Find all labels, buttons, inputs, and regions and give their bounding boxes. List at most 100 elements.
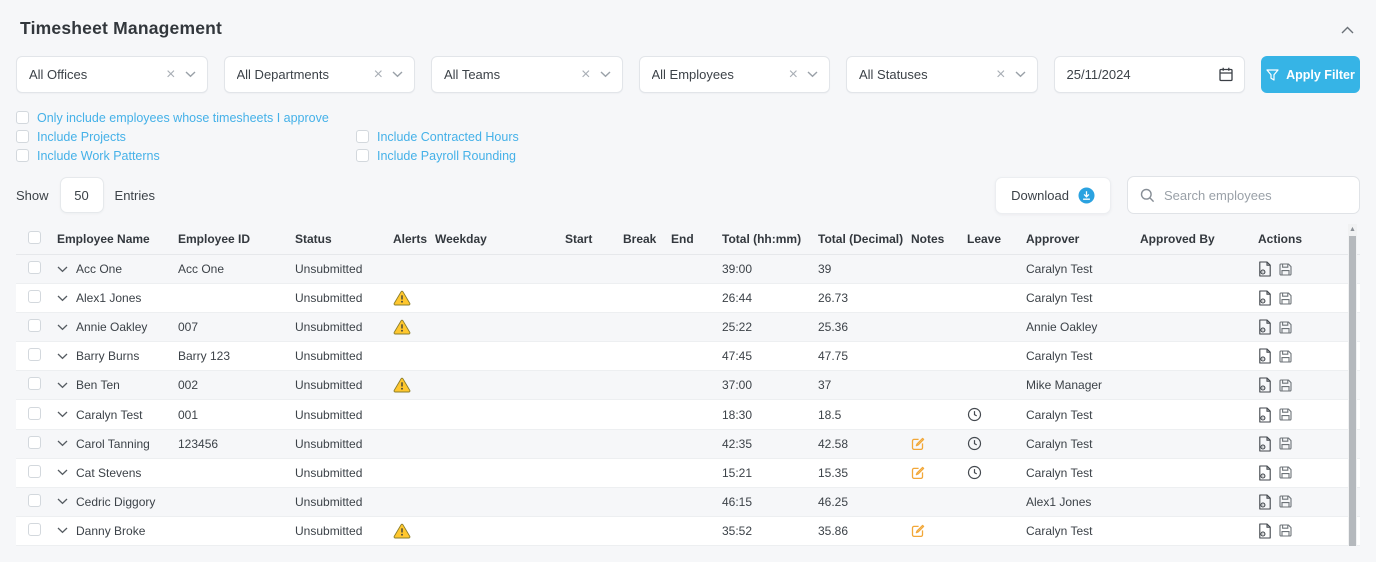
search-employees-input[interactable] — [1164, 187, 1347, 203]
calendar-icon[interactable] — [1219, 67, 1233, 82]
row-checkbox[interactable] — [28, 319, 41, 333]
expand-row-icon[interactable] — [57, 295, 68, 302]
view-timesheet-report-icon[interactable] — [1258, 523, 1272, 539]
include-contracted-hours-checkbox[interactable] — [356, 130, 369, 143]
note-icon[interactable] — [911, 466, 925, 480]
option-include-contracted-hours[interactable]: Include Contracted Hours — [356, 130, 519, 144]
view-timesheet-report-icon[interactable] — [1258, 465, 1272, 481]
include-work-patterns-checkbox[interactable] — [16, 149, 29, 162]
status: Unsubmitted — [295, 523, 363, 538]
option-approve-only[interactable]: Only include employees whose timesheets … — [16, 111, 329, 125]
status-filter-select[interactable]: All Statuses × — [846, 56, 1038, 93]
row-checkbox[interactable] — [28, 464, 41, 478]
column-header[interactable]: Approver — [1026, 232, 1140, 246]
leave-clock-icon[interactable] — [967, 407, 982, 422]
leave-clock-icon[interactable] — [967, 437, 982, 451]
column-header[interactable]: Weekday — [435, 232, 565, 246]
row-checkbox[interactable] — [28, 493, 41, 507]
column-header[interactable]: Employee ID — [178, 232, 295, 246]
column-header[interactable]: Employee Name — [57, 232, 178, 246]
column-header[interactable]: Status — [295, 232, 393, 246]
include-projects-checkbox[interactable] — [16, 130, 29, 143]
expand-row-icon[interactable] — [57, 440, 68, 447]
save-timesheet-icon[interactable] — [1279, 379, 1292, 392]
column-header[interactable]: Total (hh:mm) — [722, 232, 818, 246]
column-header[interactable]: Actions — [1258, 232, 1342, 246]
row-checkbox[interactable] — [28, 377, 41, 391]
column-header[interactable]: Total (Decimal) — [818, 232, 911, 246]
leave-clock-icon[interactable] — [967, 466, 982, 480]
save-timesheet-icon[interactable] — [1279, 524, 1292, 537]
view-timesheet-report-icon[interactable] — [1258, 406, 1272, 423]
option-include-payroll-rounding[interactable]: Include Payroll Rounding — [356, 149, 516, 163]
clear-icon[interactable]: × — [789, 66, 798, 83]
chevron-down-icon — [600, 71, 610, 78]
page-title: Timesheet Management — [20, 18, 223, 38]
clear-icon[interactable]: × — [581, 66, 590, 83]
department-filter-select[interactable]: All Departments × — [223, 56, 415, 93]
approver: Caralyn Test — [1026, 349, 1093, 364]
expand-row-icon[interactable] — [57, 266, 68, 273]
row-checkbox[interactable] — [28, 348, 41, 362]
entries-count-input[interactable] — [59, 177, 104, 213]
expand-row-icon[interactable] — [57, 498, 68, 505]
scroll-up-arrow-icon[interactable]: ▲ — [1349, 226, 1356, 233]
view-timesheet-report-icon[interactable] — [1258, 436, 1272, 452]
approve-only-checkbox[interactable] — [16, 111, 29, 124]
save-timesheet-icon[interactable] — [1279, 321, 1292, 334]
office-filter-select[interactable]: All Offices × — [16, 56, 208, 93]
row-checkbox[interactable] — [28, 406, 41, 420]
table-row: Cat Stevens Unsubmitted 15:21 15.35 Cara… — [16, 458, 1360, 488]
column-header[interactable]: Leave — [967, 232, 1026, 246]
download-button[interactable]: Download — [995, 176, 1111, 214]
option-include-work-patterns[interactable]: Include Work Patterns — [16, 149, 356, 163]
view-timesheet-report-icon[interactable] — [1258, 261, 1272, 277]
expand-row-icon[interactable] — [57, 382, 68, 389]
save-timesheet-icon[interactable] — [1279, 437, 1292, 450]
expand-row-icon[interactable] — [57, 527, 68, 534]
column-header[interactable]: Notes — [911, 232, 967, 246]
scrollbar-thumb[interactable] — [1349, 236, 1356, 546]
expand-row-icon[interactable] — [57, 353, 68, 360]
column-header[interactable]: Approved By — [1140, 232, 1258, 246]
save-timesheet-icon[interactable] — [1279, 350, 1292, 363]
table-row: Ben Ten 002 Unsubmitted 37:00 37 Mike Ma… — [16, 371, 1360, 401]
approver: Annie Oakley — [1026, 320, 1098, 335]
status: Unsubmitted — [295, 320, 363, 335]
clear-icon[interactable]: × — [374, 66, 383, 83]
option-include-projects[interactable]: Include Projects — [16, 130, 356, 144]
note-icon[interactable] — [911, 437, 925, 451]
employee-filter-select[interactable]: All Employees × — [638, 56, 830, 93]
save-timesheet-icon[interactable] — [1279, 466, 1292, 479]
date-filter-input[interactable]: 25/11/2024 — [1053, 56, 1245, 93]
row-checkbox[interactable] — [28, 261, 41, 275]
column-header[interactable]: Alerts — [393, 232, 435, 246]
table-scrollbar[interactable]: ▲ — [1348, 224, 1357, 546]
save-timesheet-icon[interactable] — [1279, 262, 1292, 276]
expand-row-icon[interactable] — [57, 469, 68, 476]
column-header[interactable]: Break — [623, 232, 671, 246]
column-header[interactable]: Start — [565, 232, 623, 246]
save-timesheet-icon[interactable] — [1279, 292, 1292, 305]
collapse-panel-icon[interactable] — [1341, 26, 1354, 34]
view-timesheet-report-icon[interactable] — [1258, 348, 1272, 364]
column-header[interactable]: End — [671, 232, 722, 246]
expand-row-icon[interactable] — [57, 411, 68, 418]
note-icon[interactable] — [911, 524, 925, 538]
clear-icon[interactable]: × — [996, 66, 1005, 83]
view-timesheet-report-icon[interactable] — [1258, 319, 1272, 335]
select-all-checkbox[interactable] — [28, 231, 41, 244]
include-payroll-rounding-checkbox[interactable] — [356, 149, 369, 162]
apply-filter-button[interactable]: Apply Filter — [1261, 56, 1360, 93]
row-checkbox[interactable] — [28, 522, 41, 536]
team-filter-select[interactable]: All Teams × — [431, 56, 623, 93]
row-checkbox[interactable] — [28, 435, 41, 449]
view-timesheet-report-icon[interactable] — [1258, 494, 1272, 510]
clear-icon[interactable]: × — [166, 66, 175, 83]
expand-row-icon[interactable] — [57, 324, 68, 331]
row-checkbox[interactable] — [28, 290, 41, 304]
save-timesheet-icon[interactable] — [1279, 495, 1292, 508]
save-timesheet-icon[interactable] — [1279, 408, 1292, 421]
view-timesheet-report-icon[interactable] — [1258, 290, 1272, 306]
view-timesheet-report-icon[interactable] — [1258, 377, 1272, 393]
